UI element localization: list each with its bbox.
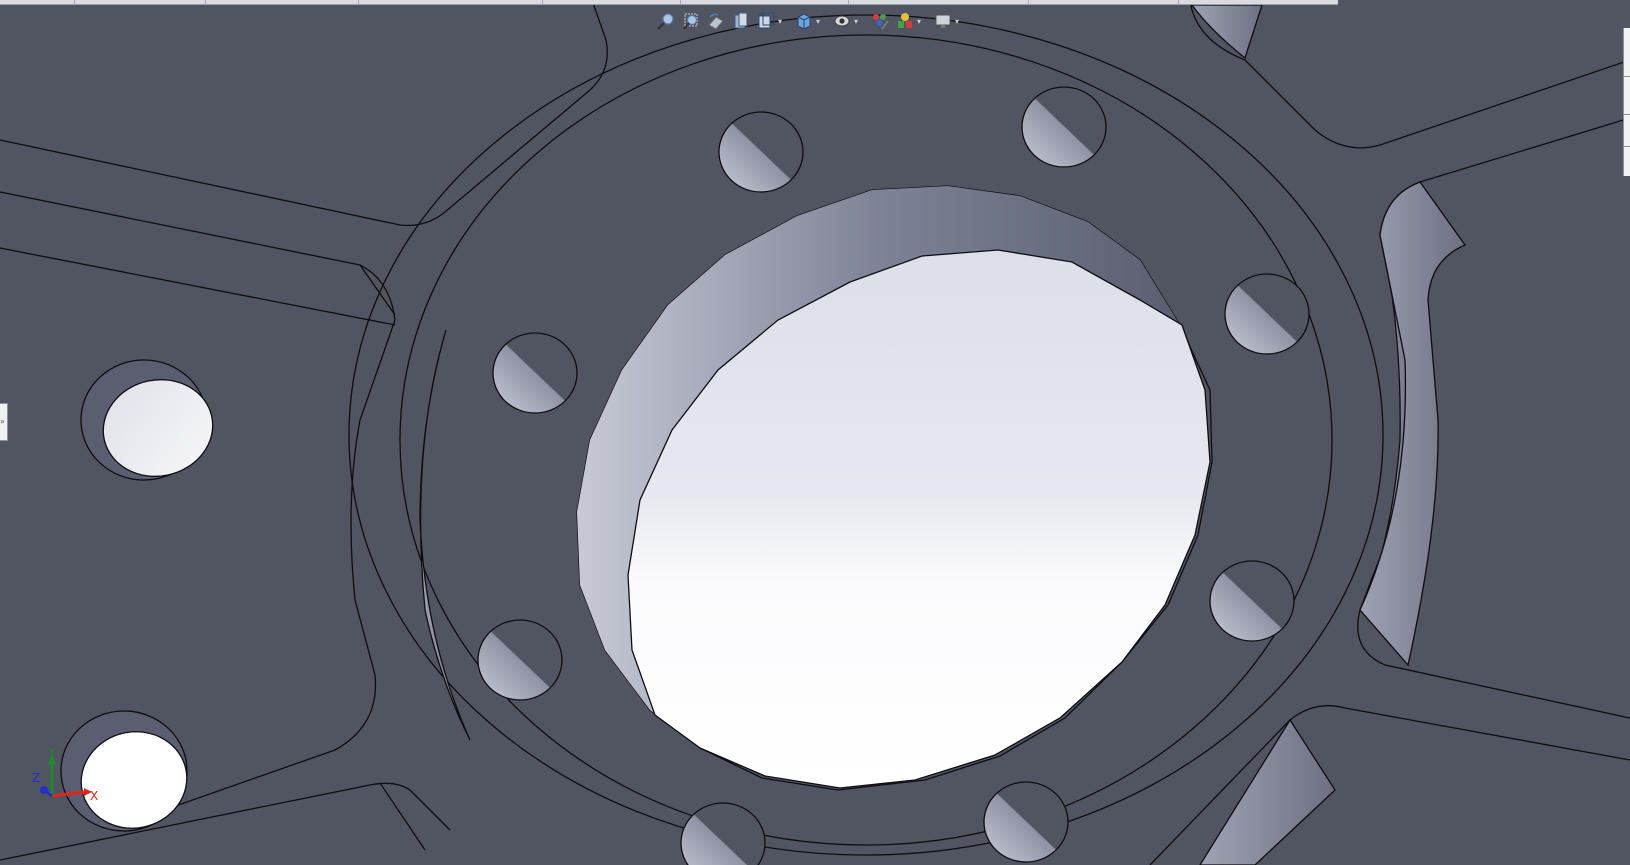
bolt-hole-top-right[interactable]	[1021, 86, 1107, 168]
strip-divider	[848, 0, 849, 4]
apply-scene-dropdown-icon[interactable]: ▾	[917, 17, 925, 26]
section-view-icon[interactable]	[730, 10, 752, 32]
heads-up-view-toolbar: ▾ ▾ ▾ ▾ ▾	[655, 6, 967, 36]
graphics-viewport[interactable]: ▾ ▾ ▾ ▾ ▾ » X Y Z	[0, 0, 1630, 865]
bolt-hole-right-lower[interactable]	[1209, 560, 1295, 642]
hide-show-eye-icon[interactable]	[831, 10, 853, 32]
view-settings-dropdown-icon[interactable]: ▾	[955, 17, 963, 26]
bolt-hole-right-upper[interactable]	[1224, 273, 1310, 355]
triad-z-arrow-icon	[40, 786, 48, 794]
bolt-hole-bottom-right[interactable]	[983, 781, 1069, 863]
task-pane-tabs[interactable]	[1623, 28, 1630, 176]
strip-divider	[1028, 0, 1029, 4]
triad-x-axis	[51, 790, 85, 798]
bolt-hole-bottom-left[interactable]	[680, 802, 766, 865]
slot-left[interactable]	[0, 191, 396, 816]
ring-bevel-left	[419, 329, 471, 741]
apply-scene-icon[interactable]	[894, 10, 916, 32]
strip-divider	[680, 0, 681, 4]
display-style-dropdown-icon[interactable]: ▾	[816, 17, 824, 26]
display-style-icon[interactable]	[793, 10, 815, 32]
feature-manager-collapse-tab[interactable]: »	[0, 403, 8, 441]
zoom-to-area-icon[interactable]	[680, 10, 702, 32]
triad-z-label: Z	[32, 771, 40, 785]
previous-view-icon[interactable]	[705, 10, 727, 32]
task-pane-tab-divider	[1624, 76, 1630, 77]
strip-divider	[205, 0, 206, 4]
view-orientation-icon[interactable]	[755, 10, 777, 32]
bolt-hole-left-lower[interactable]	[477, 619, 563, 701]
view-settings-monitor-icon[interactable]	[932, 10, 954, 32]
bolt-hole-top-left[interactable]	[718, 111, 804, 193]
view-orientation-dropdown-icon[interactable]: ▾	[778, 17, 786, 26]
task-pane-tab-divider	[1624, 146, 1630, 147]
task-pane-tab-divider	[1624, 114, 1630, 115]
edit-appearance-icon[interactable]	[869, 10, 891, 32]
lug-lower-left-chamfer	[379, 782, 426, 851]
triad-x-label: X	[90, 789, 98, 803]
collapse-arrow-icon: »	[0, 417, 5, 426]
slot-upper-left[interactable]	[0, 0, 608, 227]
through-hole-left-upper[interactable]	[80, 359, 222, 486]
slot-right-bevel-2	[1359, 181, 1466, 667]
strip-divider	[542, 0, 543, 4]
strip-divider	[358, 0, 359, 4]
strip-divider	[1178, 0, 1179, 4]
hide-show-dropdown-icon[interactable]: ▾	[854, 17, 862, 26]
reference-triad: X Y Z	[32, 748, 98, 803]
bolt-hole-left-upper[interactable]	[492, 332, 578, 414]
zoom-to-fit-icon[interactable]	[655, 10, 677, 32]
window-top-strip	[0, 0, 1338, 5]
strip-divider	[74, 0, 75, 4]
triad-y-label: Y	[47, 748, 56, 759]
model-view[interactable]	[0, 0, 1630, 865]
